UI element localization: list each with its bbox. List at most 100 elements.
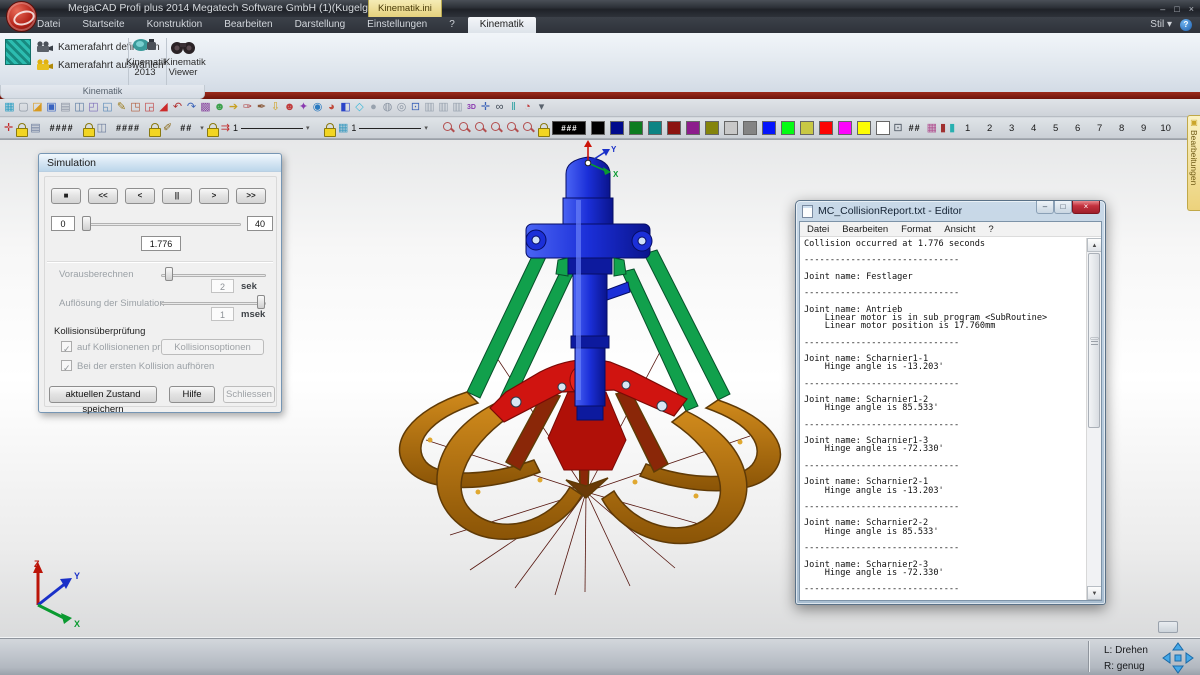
color-number-5[interactable]: 5 <box>1046 123 1065 134</box>
range-max-field[interactable]: 40 <box>247 216 273 231</box>
stamp-icon[interactable]: ▩ <box>199 100 212 115</box>
menu-item-bearbeiten[interactable]: Bearbeiten <box>213 17 283 33</box>
scroll-down-icon[interactable]: ▼ <box>1087 586 1101 600</box>
app-module-icon[interactable]: ▦ <box>3 100 16 115</box>
render-3d-icon[interactable]: 3D <box>465 100 478 115</box>
step-forward-button[interactable]: > <box>199 188 229 204</box>
erase-icon[interactable]: ◢ <box>157 100 170 115</box>
editor-menu-format[interactable]: Format <box>901 224 931 235</box>
delete-doc-icon[interactable]: ◲ <box>143 100 156 115</box>
cylinder-c-icon[interactable]: ▥ <box>451 100 464 115</box>
undo-icon[interactable]: ↶ <box>171 100 184 115</box>
menu-item-startseite[interactable]: Startseite <box>71 17 135 33</box>
background-color-icon[interactable]: ⊡ <box>893 121 902 135</box>
current-time-field[interactable]: 1.776 <box>141 236 181 251</box>
linewidth-select-dropdown[interactable]: ▾ <box>424 124 428 132</box>
help-button[interactable]: Hilfe <box>169 386 215 403</box>
zoom-out-icon[interactable] <box>474 121 487 135</box>
group-manager-icon[interactable]: ◫ <box>97 121 107 135</box>
globe-icon[interactable]: ◉ <box>311 100 324 115</box>
zoom-in-icon[interactable] <box>458 121 471 135</box>
fast-forward-button[interactable]: >> <box>236 188 266 204</box>
cylinder-b-icon[interactable]: ▥ <box>437 100 450 115</box>
color-wheel-icon[interactable]: ◔ <box>521 100 534 115</box>
print-preview-icon[interactable]: ◫ <box>73 100 86 115</box>
linetype-lock-icon[interactable] <box>207 122 218 135</box>
precompute-thumb[interactable] <box>165 267 173 281</box>
pen-bars-icon[interactable]: ▮ <box>940 121 946 135</box>
operator-icon[interactable]: ☻ <box>213 100 226 115</box>
measure-icon[interactable]: ✑ <box>241 100 254 115</box>
paste-view-icon[interactable]: ◱ <box>101 100 114 115</box>
time-slider[interactable] <box>83 223 241 226</box>
marker-bar-icon[interactable]: ▮ <box>949 121 955 135</box>
pen-lock-icon[interactable] <box>149 122 160 135</box>
color-swatch[interactable] <box>819 121 833 135</box>
cylinder-a-icon[interactable]: ▥ <box>423 100 436 115</box>
color-swatch[interactable] <box>667 121 681 135</box>
color-swatch[interactable] <box>705 121 719 135</box>
color-swatch[interactable] <box>724 121 738 135</box>
layer-manager-icon[interactable]: ▤ <box>30 121 40 135</box>
file-tab[interactable]: Kinematik.ini <box>368 0 442 17</box>
range-min-field[interactable]: 0 <box>51 216 75 231</box>
kinematik-app-icon[interactable] <box>5 39 31 65</box>
color-number-1[interactable]: 1 <box>958 123 977 134</box>
menu-item-darstellung[interactable]: Darstellung <box>284 17 357 33</box>
redraw-target-icon[interactable]: ✛ <box>4 121 13 135</box>
linetype-select[interactable]: 1▾ <box>233 123 321 133</box>
kinematik-viewer-button[interactable]: Kinematik Viewer <box>164 37 202 78</box>
scrollbar-thumb[interactable] <box>1088 253 1100 428</box>
color-number-6[interactable]: 6 <box>1068 123 1087 134</box>
color-swatch[interactable] <box>781 121 795 135</box>
bearbeitungen-tab[interactable]: ▣ Bearbeitungen <box>1187 115 1200 211</box>
hatch-icon[interactable]: ▦ <box>338 121 348 135</box>
step-back-button[interactable]: < <box>125 188 155 204</box>
editor-minimize-button[interactable]: – <box>1036 201 1054 214</box>
pause-button[interactable]: || <box>162 188 192 204</box>
zoom-extents-icon[interactable] <box>506 121 519 135</box>
fast-rewind-button[interactable]: << <box>88 188 118 204</box>
monitor-icon[interactable]: ⊡ <box>409 100 422 115</box>
editor-menu-ansicht[interactable]: Ansicht <box>944 224 975 235</box>
layer-field[interactable]: #### <box>44 123 80 133</box>
effects-icon[interactable]: ✦ <box>297 100 310 115</box>
edit-attributes-icon[interactable]: ✎ <box>115 100 128 115</box>
color-swatch[interactable] <box>838 121 852 135</box>
new-drawing-icon[interactable]: ▢ <box>17 100 30 115</box>
color-number-8[interactable]: 8 <box>1112 123 1131 134</box>
redo-icon[interactable]: ↷ <box>185 100 198 115</box>
menu-item-einstellungen[interactable]: Einstellungen <box>356 17 438 33</box>
color-field[interactable]: ## <box>906 123 924 133</box>
help-icon[interactable]: ? <box>1180 19 1192 31</box>
zoom-pan-icon[interactable] <box>522 121 535 135</box>
editor-menu-[interactable]: ? <box>988 224 993 235</box>
simulation-dialog[interactable]: Simulation ■<<<||>>> 0 40 1.776 Vorausbe… <box>38 153 282 413</box>
color-swatch[interactable] <box>648 121 662 135</box>
linetype-select-dropdown[interactable]: ▾ <box>306 124 310 132</box>
linetype-icon[interactable]: ⇉ <box>221 121 230 135</box>
pen-dropdown[interactable]: ▾ <box>200 124 204 132</box>
group-lock-icon[interactable] <box>83 122 94 135</box>
editor-text[interactable]: Collision occurred at 1.776 seconds ----… <box>804 240 1084 600</box>
editor-menu-bearbeiten[interactable]: Bearbeiten <box>842 224 888 235</box>
color-number-3[interactable]: 3 <box>1002 123 1021 134</box>
palette-dialog-icon[interactable]: ▦ <box>927 121 937 135</box>
precompute-field[interactable]: 2 <box>211 279 234 293</box>
pen-field[interactable]: ## <box>175 123 197 133</box>
wire-cube-icon[interactable]: ◇ <box>353 100 366 115</box>
style-selector[interactable]: Stil ▾ <box>1150 17 1172 33</box>
precompute-slider[interactable] <box>161 274 266 277</box>
sphere-icon[interactable]: ● <box>367 100 380 115</box>
menu-item-[interactable]: ? <box>438 17 466 33</box>
stop-button[interactable]: ■ <box>51 188 81 204</box>
time-slider-thumb[interactable] <box>82 216 91 231</box>
pan-icon[interactable] <box>1162 642 1194 674</box>
editor-close-button[interactable]: × <box>1072 201 1100 214</box>
color-swatch[interactable] <box>743 121 757 135</box>
color-number-10[interactable]: 10 <box>1156 123 1175 134</box>
color-swatch[interactable] <box>610 121 624 135</box>
editor-titlebar[interactable]: MC_CollisionReport.txt - Editor – □ × <box>796 201 1105 221</box>
scroll-up-icon[interactable]: ▲ <box>1087 238 1101 252</box>
editor-scrollbar[interactable]: ▲ ▼ <box>1086 238 1101 600</box>
